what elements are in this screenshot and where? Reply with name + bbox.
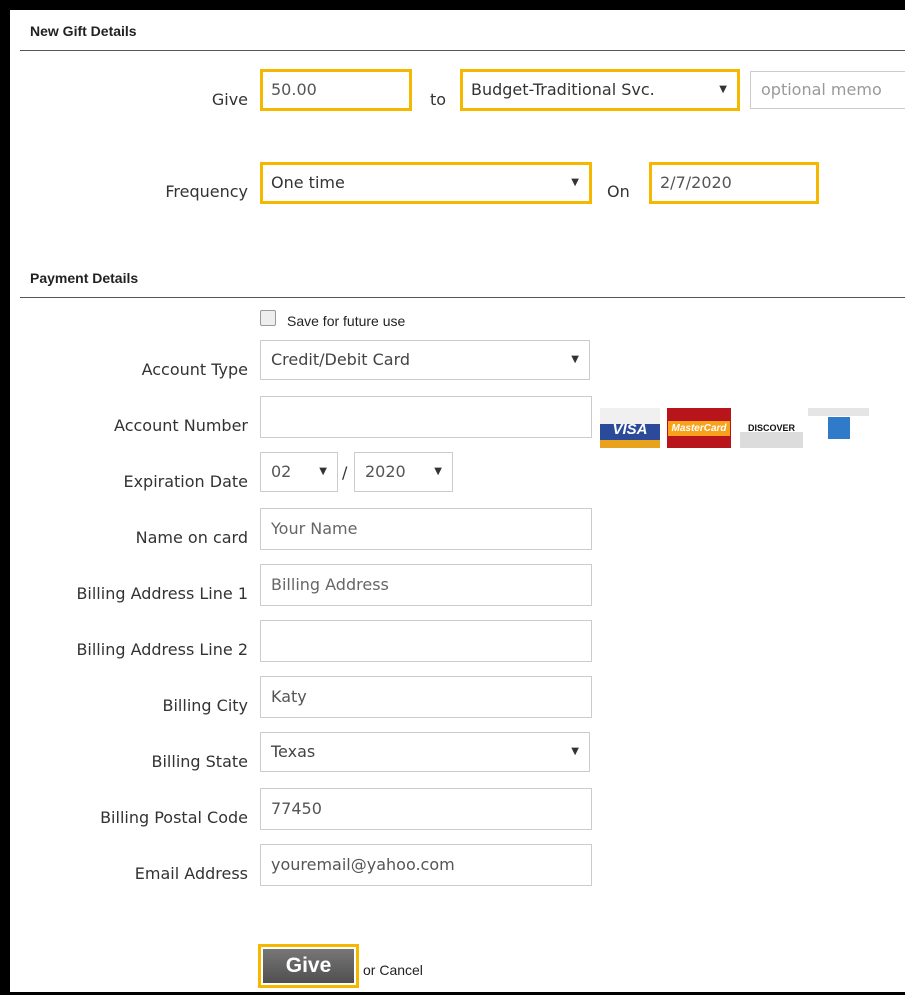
chevron-down-icon: ▼ — [571, 746, 579, 757]
amex-icon — [808, 408, 869, 448]
cancel-link[interactable]: or Cancel — [363, 962, 423, 978]
account-type-value: Credit/Debit Card — [271, 350, 411, 369]
chevron-down-icon: ▼ — [319, 466, 327, 477]
date-input[interactable]: 2/7/2020 — [649, 162, 819, 204]
exp-year-select[interactable]: 2020 ▼ — [354, 452, 453, 492]
visa-icon: VISA — [600, 408, 660, 448]
frequency-select-value: One time — [271, 173, 345, 192]
on-label: On — [607, 182, 630, 201]
chevron-down-icon: ▼ — [571, 354, 579, 365]
give-button-label: Give — [263, 949, 354, 983]
address2-input[interactable] — [260, 620, 592, 662]
amount-input[interactable]: 50.00 — [260, 69, 412, 111]
email-input[interactable]: youremail@yahoo.com — [260, 844, 592, 886]
expiration-label: Expiration Date — [123, 472, 248, 491]
name-placeholder: Your Name — [271, 519, 358, 538]
frequency-label: Frequency — [165, 182, 248, 201]
account-type-select[interactable]: Credit/Debit Card ▼ — [260, 340, 590, 380]
postal-input[interactable]: 77450 — [260, 788, 592, 830]
new-gift-section-title: New Gift Details — [30, 23, 137, 39]
give-button[interactable]: Give — [258, 944, 359, 988]
fund-select[interactable]: Budget-Traditional Svc. ▼ — [460, 69, 740, 111]
exp-month-value: 02 — [271, 462, 292, 481]
address1-placeholder: Billing Address — [271, 575, 389, 594]
exp-year-value: 2020 — [365, 462, 406, 481]
memo-placeholder: optional memo — [761, 80, 882, 99]
discover-icon: DISCOVER — [740, 408, 803, 448]
chevron-down-icon: ▼ — [434, 466, 442, 477]
memo-input[interactable]: optional memo — [750, 71, 905, 109]
city-input[interactable]: Katy — [260, 676, 592, 718]
mastercard-icon: MasterCard — [667, 408, 731, 448]
chevron-down-icon: ▼ — [571, 177, 579, 188]
state-label: Billing State — [151, 752, 249, 771]
exp-month-select[interactable]: 02 ▼ — [260, 452, 338, 492]
account-number-label: Account Number — [114, 416, 248, 435]
state-value: Texas — [271, 742, 316, 761]
state-select[interactable]: Texas ▼ — [260, 732, 590, 772]
give-label: Give — [211, 90, 248, 109]
divider — [20, 50, 905, 51]
account-type-label: Account Type — [141, 360, 248, 379]
chevron-down-icon: ▼ — [719, 84, 727, 95]
address1-label: Billing Address Line 1 — [76, 584, 248, 603]
save-checkbox-label: Save for future use — [287, 313, 406, 329]
divider — [20, 297, 905, 298]
email-label: Email Address — [134, 864, 248, 883]
city-label: Billing City — [162, 696, 249, 715]
fund-select-value: Budget-Traditional Svc. — [471, 80, 655, 99]
exp-separator: / — [342, 463, 348, 482]
address1-input[interactable]: Billing Address — [260, 564, 592, 606]
name-label: Name on card — [135, 528, 248, 547]
name-input[interactable]: Your Name — [260, 508, 592, 550]
postal-label: Billing Postal Code — [100, 808, 248, 827]
payment-section-title: Payment Details — [30, 270, 139, 286]
frequency-select[interactable]: One time ▼ — [260, 162, 592, 204]
gift-form-panel: New Gift Details Give 50.00 to Budget-Tr… — [10, 10, 905, 992]
address2-label: Billing Address Line 2 — [76, 640, 248, 659]
account-number-input[interactable] — [260, 396, 592, 438]
save-checkbox[interactable] — [260, 310, 276, 326]
to-label: to — [430, 90, 447, 109]
